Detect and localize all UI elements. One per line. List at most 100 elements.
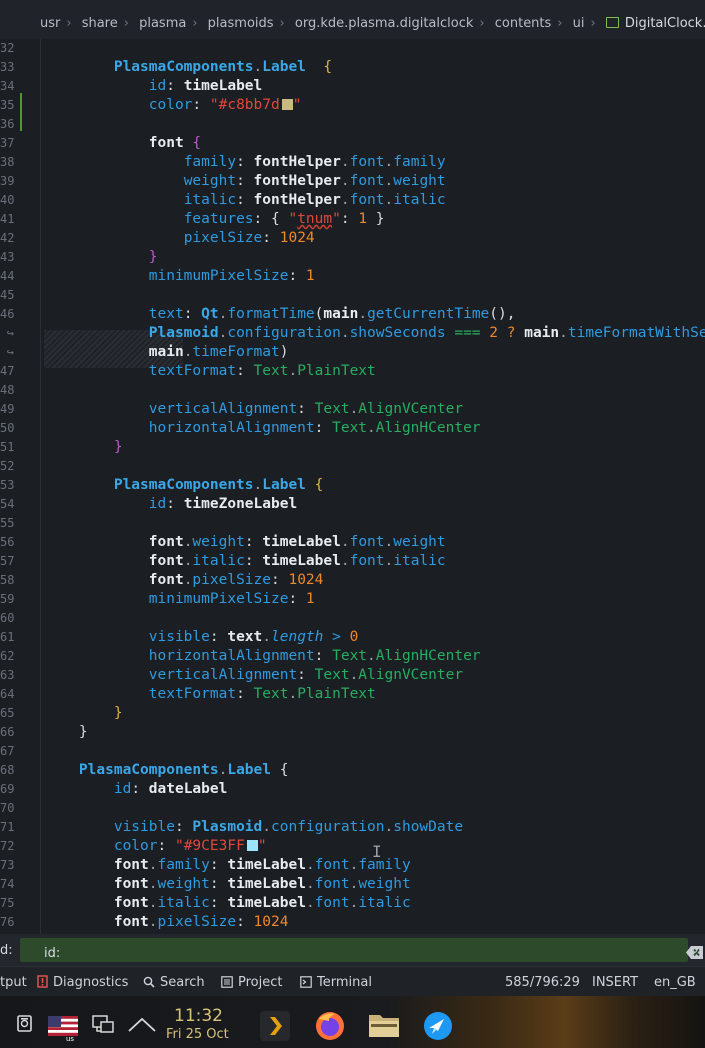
text-cursor-icon: I [372, 842, 382, 861]
firefox-app-icon[interactable] [313, 1009, 347, 1043]
code-line[interactable]: visible: Plasmoid.configuration.showDate [44, 818, 463, 837]
code-line[interactable]: family: fontHelper.font.family [44, 153, 446, 172]
clock-date[interactable]: Fri 25 Oct [166, 1027, 229, 1042]
breadcrumb-segment[interactable]: ui [573, 16, 585, 31]
code-line[interactable]: color: "#9CE3FF " [44, 837, 267, 856]
breadcrumb-segment[interactable]: share [82, 16, 118, 31]
code-token: id [148, 78, 167, 94]
code-token: 2 [489, 325, 499, 341]
code-line[interactable]: main.timeFormat) [44, 343, 289, 362]
project-tab[interactable]: Project [221, 975, 282, 990]
find-field[interactable] [20, 938, 703, 962]
code-line[interactable]: Plasmoid.configuration.showSeconds === 2… [44, 324, 705, 343]
breadcrumb-file[interactable]: DigitalClock.qml [625, 16, 705, 31]
code-line[interactable]: color: "#c8bb7d " [44, 96, 302, 115]
code-line[interactable]: minimumPixelSize: 1 [44, 590, 315, 609]
code-line[interactable]: font.italic: timeLabel.font.italic [44, 894, 411, 913]
code-token: . [367, 420, 376, 436]
code-line[interactable]: } [44, 704, 123, 723]
diagnostics-tab[interactable]: Diagnostics [37, 975, 128, 990]
code-token: font [349, 154, 385, 170]
code-line[interactable]: font.family: timeLabel.font.family [44, 856, 411, 875]
code-line[interactable]: } [44, 723, 88, 742]
code-line[interactable]: font.italic: timeLabel.font.italic [44, 552, 446, 571]
code-line[interactable]: visible: text.length > 0 [44, 628, 359, 647]
code-token: pixelSize [192, 572, 271, 588]
code-line[interactable]: pixelSize: 1024 [44, 229, 315, 248]
code-line[interactable]: textFormat: Text.PlainText [44, 362, 376, 381]
dictionary-language[interactable]: en_GB [654, 975, 696, 990]
code-line[interactable]: font { [44, 134, 201, 153]
clock-time[interactable]: 11:32 [174, 1006, 223, 1026]
storage-icon[interactable] [16, 1015, 33, 1032]
code-line[interactable]: font.pixelSize: 1024 [44, 913, 289, 932]
code-line[interactable]: } [44, 248, 158, 267]
search-tab[interactable]: Search [143, 975, 205, 990]
line-number: 48 [0, 383, 14, 397]
code-line[interactable]: verticalAlignment: Text.AlignVCenter [44, 400, 463, 419]
code-line[interactable]: italic: fontHelper.font.italic [44, 191, 446, 210]
code-token: main [323, 306, 359, 322]
breadcrumb-segment[interactable]: plasmoids [208, 16, 274, 31]
line-number: 51 [0, 440, 14, 454]
code-editor[interactable]: 32 33 34 35 36 37 38 39 40 41 42 43 44 45 46 ↪ ↪ 47 48 49 50… [0, 39, 705, 934]
input-mode[interactable]: INSERT [592, 975, 638, 990]
code-token: { [192, 135, 202, 151]
code-line[interactable]: horizontalAlignment: Text.AlignHCenter [44, 419, 481, 438]
code-token: . [384, 534, 394, 550]
code-line[interactable]: verticalAlignment: Text.AlignVCenter [44, 666, 463, 685]
code-token: : [209, 629, 228, 645]
code-line[interactable]: PlasmaComponents.Label { [44, 58, 332, 77]
code-line[interactable]: horizontalAlignment: Text.AlignHCenter [44, 647, 481, 666]
breadcrumb-segment[interactable]: usr [40, 16, 60, 31]
code-token: id [148, 496, 167, 512]
code-token: font [349, 192, 385, 208]
code-line[interactable]: } [44, 438, 123, 457]
breadcrumb-segment[interactable]: plasma [139, 16, 186, 31]
code-token: "#c8bb7d [209, 97, 280, 113]
code-token: 1024 [288, 572, 324, 588]
code-token: { [271, 762, 289, 778]
kate-editor-app-icon[interactable] [422, 1010, 454, 1042]
breadcrumb-segment[interactable]: org.kde.plasma.digitalclock [295, 16, 474, 31]
keyboard-layout[interactable]: us [48, 1016, 78, 1044]
code-line[interactable]: PlasmaComponents.Label { [44, 476, 324, 495]
code-line[interactable]: text: Qt.formatTime(main.getCurrentTime(… [44, 305, 516, 324]
code-line[interactable]: textFormat: Text.PlainText [44, 685, 376, 704]
code-token: : [131, 781, 149, 797]
chevron-up-icon[interactable] [127, 1017, 157, 1033]
plex-app-icon[interactable] [260, 1011, 290, 1041]
code-line[interactable]: id: timeZoneLabel [44, 495, 297, 514]
code-line[interactable]: minimumPixelSize: 1 [44, 267, 315, 286]
code-line[interactable]: font.pixelSize: 1024 [44, 571, 324, 590]
code-token: timeLabel [183, 78, 263, 94]
code-line[interactable]: PlasmaComponents.Label { [44, 761, 289, 780]
code-token: " [332, 211, 341, 227]
code-token: PlasmaComponents [78, 762, 219, 778]
cursor-position[interactable]: 585/796:29 [505, 975, 580, 990]
code-token: : [297, 667, 315, 683]
code-token: : [236, 173, 254, 189]
line-number: 52 [0, 459, 14, 473]
code-line[interactable]: weight: fontHelper.font.weight [44, 172, 446, 191]
code-line[interactable]: font.weight: timeLabel.font.weight [44, 875, 411, 894]
code-line[interactable]: features: { "tnum": 1 } [44, 210, 385, 229]
network-icon[interactable] [92, 1015, 116, 1035]
terminal-tab[interactable]: Terminal [300, 975, 372, 990]
code-token: weight [192, 534, 245, 550]
find-input[interactable] [44, 944, 674, 962]
code-line[interactable]: font.weight: timeLabel.font.weight [44, 533, 446, 552]
code-line[interactable]: id: timeLabel [44, 77, 263, 96]
code-token: timeLabel [262, 534, 341, 550]
code-line[interactable]: id: dateLabel [44, 780, 228, 799]
folder-app-icon[interactable] [368, 1011, 400, 1039]
chevron-down-icon[interactable]: ⌄ [690, 942, 702, 956]
code-token: : [314, 420, 333, 436]
chevron-right-icon: › [123, 16, 129, 31]
output-tab[interactable]: tput [0, 975, 27, 990]
code-token: : [236, 914, 254, 930]
code-token: font [148, 534, 184, 550]
breadcrumb-segment[interactable]: contents [495, 16, 552, 31]
